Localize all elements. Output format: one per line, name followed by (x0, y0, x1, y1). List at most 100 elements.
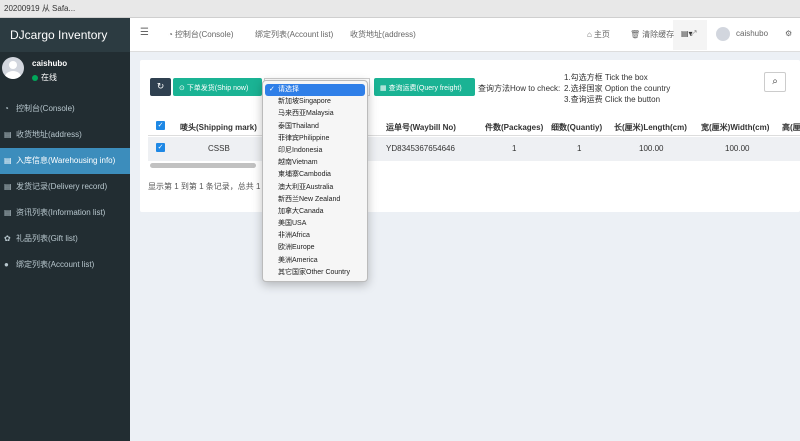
select-all-checkbox[interactable]: ✓ (156, 121, 165, 130)
top-navbar: ☰ ◔ 控制台(Console) 绑定列表(Account list) 收货地址(… (130, 18, 800, 52)
dropdown-option[interactable]: 欧洲Europe (263, 242, 367, 254)
dropdown-option[interactable]: 新西兰New Zealand (263, 194, 367, 206)
column-header[interactable]: 宽(厘米)Width(cm) (701, 122, 769, 133)
grid-icon: ▦ (380, 85, 389, 92)
horizontal-scrollbar[interactable] (150, 163, 256, 168)
window-title-bar: 20200919 从 Safa... (0, 0, 800, 18)
navbar-username[interactable]: caishubo (736, 29, 768, 38)
dropdown-option[interactable]: 印尼Indonesia (263, 145, 367, 157)
window-title: 20200919 从 Safa... (4, 4, 76, 13)
dropdown-option[interactable]: 菲律宾Philippine (263, 133, 367, 145)
gift-icon: ✿ (4, 234, 11, 243)
dropdown-option[interactable]: 泰国Thailand (263, 121, 367, 133)
table-row[interactable]: ✓ CSSB YD8345367654646 1 1 100.00 100.00 (148, 137, 800, 161)
dropdown-option[interactable]: 马来西亚Malaysia (263, 108, 367, 120)
sidebar-item-label: 礼品列表(Gift list) (16, 234, 78, 243)
home-link[interactable]: ⌂ 主页 (587, 29, 610, 40)
user-panel: caishubo 在线 (0, 52, 130, 96)
search-button[interactable]: ⌕ (764, 72, 786, 92)
country-dropdown-menu: ✓ 请选择 新加坡Singapore 马来西亚Malaysia 泰国Thailan… (262, 80, 368, 282)
search-icon: ⌕ (772, 76, 778, 87)
dropdown-option[interactable]: 越南Vietnam (263, 157, 367, 169)
refresh-button[interactable]: ↻ (150, 78, 171, 96)
settings-gear-icon[interactable]: ⚙ (785, 29, 792, 38)
column-header[interactable]: 长(厘米)Length(cm) (614, 122, 687, 133)
column-header[interactable]: 件数(Packages) (485, 122, 543, 133)
instructions: 1.勾选方框 Tick the box 2.选择国家 Option the co… (564, 72, 670, 105)
query-method-label: 查询方法How to check: (478, 84, 561, 93)
dropdown-option[interactable]: 澳大利亚Australia (263, 182, 367, 194)
sidebar-item-gift-list[interactable]: ✿ 礼品列表(Gift list) (0, 226, 130, 252)
pagination-info: 显示第 1 到第 1 条记录，总共 1 条记录 (148, 182, 263, 191)
sidebar-item-delivery-record[interactable]: ▤ 发货记录(Delivery record) (0, 174, 130, 200)
table-header: ✓ 唛头(Shipping mark) 运单号(Waybill No) 件数(P… (148, 115, 800, 136)
avatar (2, 57, 24, 79)
instruction-step: 1.勾选方框 Tick the box (564, 73, 648, 82)
tab-account-list[interactable]: 绑定列表(Account list) (255, 29, 333, 40)
option-label: 请选择 (278, 86, 299, 93)
tab-label: 绑定列表(Account list) (255, 30, 334, 39)
list-icon: ▤ (4, 182, 12, 191)
column-header[interactable]: 高(厘 (782, 122, 800, 133)
menu-toggle-icon[interactable]: ☰ (140, 27, 149, 38)
instruction-step: 3.查询运费 Click the button (564, 95, 661, 104)
sidebar-item-address[interactable]: ▤ 收货地址(address) (0, 122, 130, 148)
tab-address[interactable]: 收货地址(address) (350, 29, 416, 40)
sidebar-item-label: 入库信息(Warehousing info) (16, 156, 116, 165)
warehousing-panel: ↻ ⊙ 下单发货(Ship now) ▦ 查询运费(Query freight)… (140, 60, 800, 212)
app-brand[interactable]: DJcargo Inventory (0, 18, 130, 52)
instruction-step: 2.选择国家 Option the country (564, 84, 671, 93)
dashboard-icon: ◔ (4, 104, 9, 113)
trash-icon: 🗑 (630, 30, 641, 39)
row-checkbox[interactable]: ✓ (156, 143, 165, 152)
dropdown-option[interactable]: 非洲Africa (263, 230, 367, 242)
sidebar-item-label: 绑定列表(Account list) (16, 260, 95, 269)
sidebar-item-label: 资讯列表(Information list) (16, 208, 106, 217)
query-freight-button[interactable]: ▦ 查询运费(Query freight) (374, 78, 475, 96)
sidebar-item-label: 控制台(Console) (16, 104, 75, 113)
length-cell: 100.00 (639, 144, 664, 153)
user-status-label: 在线 (41, 73, 57, 82)
home-label: 主页 (593, 30, 610, 39)
user-name: caishubo (32, 59, 68, 68)
online-dot-icon (32, 75, 38, 81)
sidebar-item-account-list[interactable]: ● 绑定列表(Account list) (0, 252, 130, 278)
sidebar: DJcargo Inventory caishubo 在线 ◔ 控制台(Conso… (0, 18, 130, 441)
list-icon: ▤ (4, 156, 12, 165)
list-icon: ▤ (4, 130, 12, 139)
refresh-icon: ↻ (156, 81, 165, 91)
sidebar-item-console[interactable]: ◔ 控制台(Console) (0, 96, 130, 122)
shipping-mark-cell: CSSB (208, 144, 230, 153)
packages-cell: 1 (512, 144, 517, 153)
width-cell: 100.00 (725, 144, 750, 153)
tab-label: 控制台(Console) (174, 30, 234, 39)
clear-cache-label: 清除缓存 (642, 30, 675, 39)
sidebar-item-label: 收货地址(address) (16, 130, 82, 139)
dashboard-icon: ◔ (168, 30, 173, 39)
dropdown-option[interactable]: ✓ 请选择 (265, 84, 365, 97)
dropdown-option[interactable]: 柬埔寨Cambodia (263, 169, 367, 181)
list-icon: ▤ (4, 208, 12, 217)
dropdown-option[interactable]: 其它国家Other Country (263, 267, 367, 279)
column-header[interactable]: 运单号(Waybill No) (386, 122, 456, 133)
ship-now-label: 下单发货(Ship now) (186, 85, 249, 92)
ship-now-button[interactable]: ⊙ 下单发货(Ship now) (173, 78, 262, 96)
checkmark-icon: ✓ (269, 86, 275, 93)
info-icon: ● (4, 260, 9, 269)
waybill-no-cell: YD8345367654646 (386, 144, 455, 153)
column-header[interactable]: 细数(Quantiy) (551, 122, 602, 133)
fullscreen-icon[interactable]: ⤢ (690, 29, 696, 39)
clear-cache-link[interactable]: 🗑 清除缓存 (630, 29, 674, 40)
query-freight-label: 查询运费(Query freight) (388, 85, 462, 92)
tab-console[interactable]: ◔ 控制台(Console) (168, 29, 234, 40)
dropdown-option[interactable]: 新加坡Singapore (263, 96, 367, 108)
sidebar-item-information-list[interactable]: ▤ 资讯列表(Information list) (0, 200, 130, 226)
sidebar-item-warehousing-info[interactable]: ▤ 入库信息(Warehousing info) (0, 148, 130, 174)
dropdown-option[interactable]: 美洲America (263, 255, 367, 267)
column-header[interactable]: 唛头(Shipping mark) (180, 122, 257, 133)
avatar[interactable] (716, 27, 730, 41)
dropdown-option[interactable]: 美国USA (263, 218, 367, 230)
dropdown-option[interactable]: 加拿大Canada (263, 206, 367, 218)
user-status: 在线 (32, 72, 57, 83)
home-icon: ⌂ (587, 30, 592, 39)
